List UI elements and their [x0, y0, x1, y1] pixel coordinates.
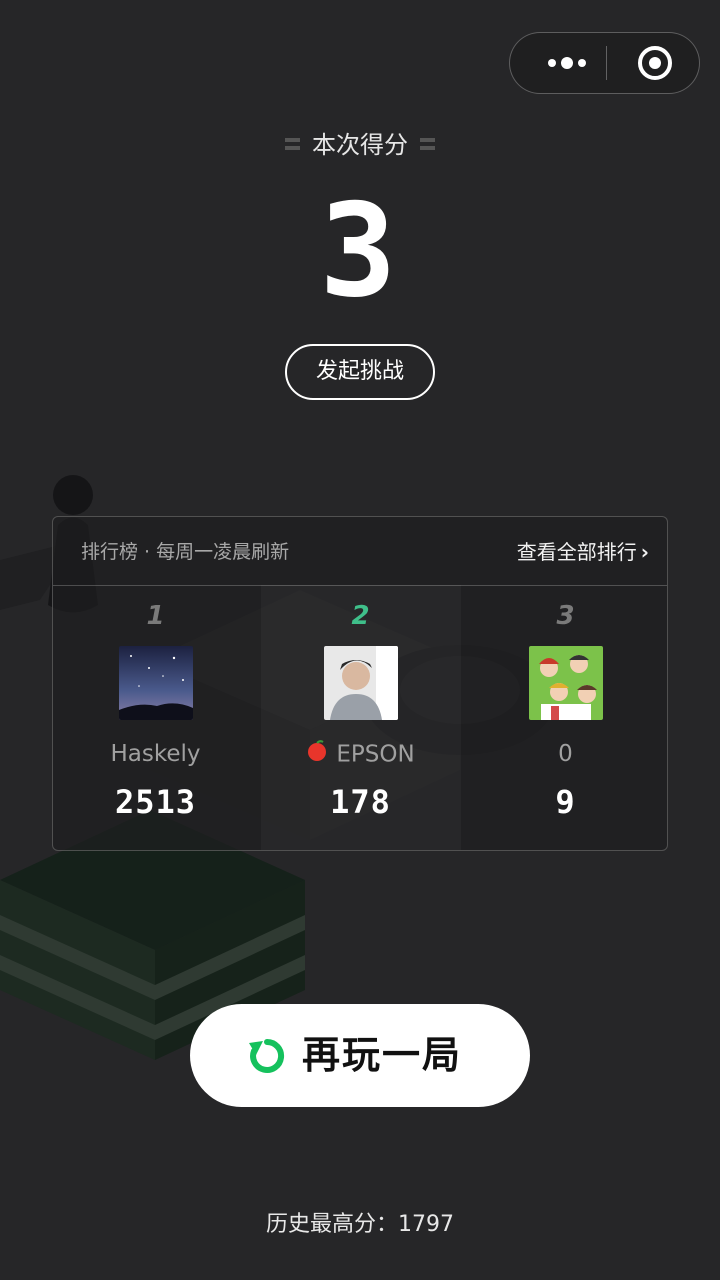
player-score: 178 [330, 783, 391, 821]
leaderboard-entry[interactable]: 2 EPSON 178 [258, 585, 463, 850]
target-close-icon [638, 46, 672, 80]
title-decoration-right [420, 138, 435, 150]
leaderboard-panel: 排行榜 · 每周一凌晨刷新 查看全部排行› 1 Haskely 2513 2 [52, 516, 668, 851]
starry-sky-avatar [119, 646, 193, 720]
player-name: EPSON [336, 741, 415, 768]
replay-button[interactable]: 再玩一局 [190, 1004, 530, 1107]
replay-icon [249, 1038, 285, 1073]
history-best-value: 1797 [398, 1212, 454, 1237]
player-name-row: EPSON [258, 739, 463, 769]
history-best: 历史最高分：1797 [0, 1206, 720, 1238]
player-score: 2513 [114, 783, 197, 821]
more-dots-icon [548, 57, 586, 69]
player-name: Haskely [110, 741, 201, 767]
score-title: 本次得分 [0, 128, 720, 162]
player-name: 0 [558, 741, 573, 767]
rank-number: 1 [146, 601, 165, 631]
current-score: 3 [319, 177, 401, 326]
replay-label: 再玩一局 [302, 1033, 463, 1077]
chevron-right-icon: › [640, 540, 649, 564]
close-button[interactable] [607, 33, 699, 93]
view-all-ranking-link[interactable]: 查看全部排行 › [517, 536, 649, 565]
title-decoration-left [285, 138, 300, 150]
leaderboard-header: 排行榜 · 每周一凌晨刷新 查看全部排行 › [53, 517, 667, 586]
more-button[interactable] [510, 33, 606, 93]
view-all-label: 查看全部排行 [516, 540, 637, 564]
anime-avatar [529, 646, 603, 720]
leaderboard-title: 排行榜 · 每周一凌晨刷新 [81, 541, 290, 563]
player-score: 9 [555, 783, 576, 821]
person-avatar [324, 646, 398, 720]
challenge-button[interactable]: 发起挑战 [285, 344, 435, 400]
history-best-label: 历史最高分： [265, 1212, 398, 1237]
rank-number: 2 [351, 601, 370, 631]
apple-icon [306, 739, 328, 767]
score-title-text: 本次得分 [312, 131, 408, 159]
miniprogram-capsule [509, 32, 700, 94]
leaderboard-entry[interactable]: 3 0 9 [463, 585, 667, 850]
rank-number: 3 [556, 601, 575, 631]
leaderboard-entry[interactable]: 1 Haskely 2513 [53, 585, 258, 850]
